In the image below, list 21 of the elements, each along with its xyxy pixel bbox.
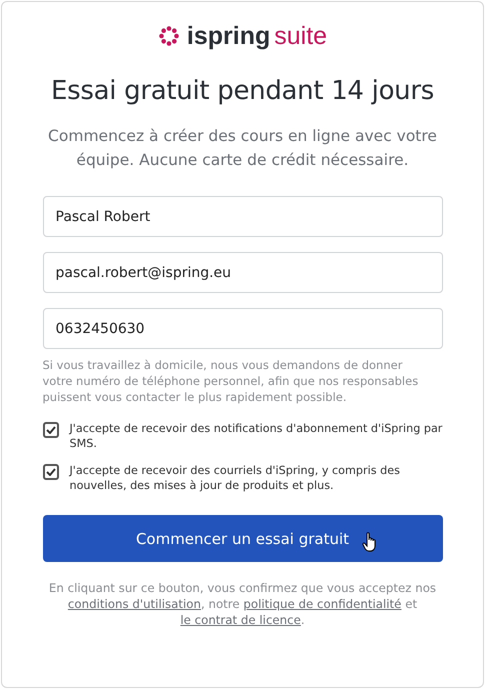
input-field[interactable]: 0632450630: [42, 308, 442, 349]
input-field[interactable]: pascal.robert@ispring.eu: [42, 252, 442, 293]
legal-link[interactable]: le contrat de licence: [180, 613, 301, 627]
check-icon: [46, 468, 56, 476]
legal-link[interactable]: politique de confidentialité: [243, 597, 402, 611]
input-field[interactable]: Pascal Robert: [42, 196, 442, 237]
logo-brand: ispring: [186, 22, 270, 50]
check-icon: [46, 426, 56, 434]
page-title: Essai gratuit pendant 14 jours: [51, 76, 434, 106]
hint-text: Si vous travaillez à domicile, nous vous demandons de donner votre numéro de téléphone personnel, afin que nos responsables puissent vous contacter le plus rapidement possible.: [42, 357, 420, 405]
subtitle: Commencez à créer des cours en ligne avec votre équipe. Aucune carte de crédit nécessaire.: [47, 126, 438, 171]
checkbox[interactable]: [42, 422, 58, 438]
logo-product: suite: [274, 22, 328, 50]
checkbox-label: J'accepte de recevoir des notifications d'abonnement d'iSpring par SMS.: [70, 421, 442, 451]
checkbox[interactable]: [42, 464, 58, 480]
legal-notice: En cliquant sur ce bouton, vous confirmez que vous acceptez nos conditions d'utilisation, notre politique de confidentialité et le contrat de licence.: [48, 580, 438, 628]
logo-icon: [158, 25, 180, 47]
hand-cursor-icon: [362, 532, 378, 552]
submit-button[interactable]: Commencer un essai gratuit: [42, 515, 442, 562]
legal-link[interactable]: conditions d'utilisation: [68, 597, 201, 611]
checkbox-label: J'accepte de recevoir des courriels d'iSpring, y compris des nouvelles, des mises à jour de produits et plus.: [70, 463, 401, 493]
